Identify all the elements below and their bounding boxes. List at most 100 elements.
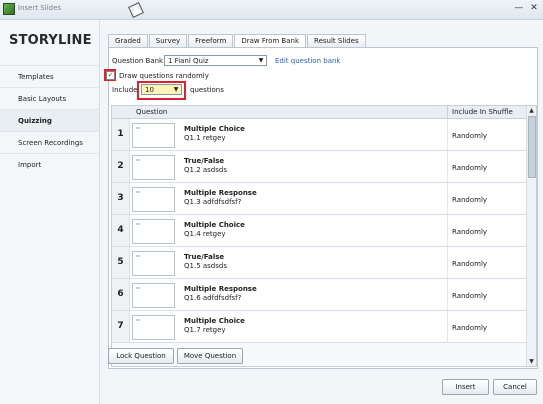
tab-result-slides[interactable]: Result Slides: [307, 34, 366, 47]
row-number: 4: [112, 215, 130, 246]
slide-thumbnail: [132, 283, 175, 308]
shuffle-value[interactable]: Randomly: [452, 324, 487, 332]
sidebar-item-label: Screen Recordings: [18, 139, 83, 147]
shuffle-value[interactable]: Randomly: [452, 196, 487, 204]
include-count-select[interactable]: 10 ▼: [141, 84, 182, 95]
sidebar-item-basic-layouts[interactable]: Basic Layouts: [0, 87, 99, 109]
tab-label: Draw From Bank: [241, 37, 300, 45]
slide-thumbnail: [132, 155, 175, 180]
chevron-down-icon[interactable]: ▼: [257, 57, 265, 65]
insert-button[interactable]: Insert: [442, 379, 489, 395]
table-row[interactable]: 1 Multiple Choice Q1.1 retgey Randomly: [112, 119, 526, 151]
edit-question-bank-link[interactable]: Edit question bank: [275, 57, 340, 65]
checkmark-icon: ✓: [107, 71, 114, 79]
column-divider: [447, 247, 448, 278]
column-divider: [447, 119, 448, 150]
close-icon[interactable]: ✕: [528, 2, 540, 14]
window-titlebar: Insert Slides — ✕: [0, 0, 543, 20]
question-type: True/False: [184, 157, 225, 165]
tab-label: Graded: [115, 37, 141, 45]
question-grid: Question Include In Shuffle 1 Multiple C…: [111, 105, 537, 367]
brand-title: STORYLINE: [9, 33, 92, 48]
column-header-question: Question: [136, 108, 168, 116]
cancel-button[interactable]: Cancel: [493, 379, 537, 395]
table-row[interactable]: 6 Multiple Response Q1.6 adfdfsdfsf? Ran…: [112, 279, 526, 311]
tab-survey[interactable]: Survey: [148, 34, 188, 47]
table-row[interactable]: 7 Multiple Choice Q1.7 retgey Randomly: [112, 311, 526, 343]
table-row[interactable]: 2 True/False Q1.2 asdsds Randomly: [112, 151, 526, 183]
sidebar-item-templates[interactable]: Templates: [0, 65, 99, 87]
window-title: Insert Slides: [18, 4, 62, 12]
include-suffix-label: questions: [190, 86, 224, 94]
question-text: Q1.2 asdsds: [184, 166, 227, 174]
mouse-cursor-icon: [128, 2, 144, 18]
shuffle-value[interactable]: Randomly: [452, 228, 487, 236]
column-divider: [447, 151, 448, 182]
row-number: 3: [112, 183, 130, 214]
column-header-shuffle: Include In Shuffle: [452, 108, 513, 116]
shuffle-value[interactable]: Randomly: [452, 132, 487, 140]
sidebar-item-label: Quizzing: [18, 117, 52, 125]
question-text: Q1.5 asdsds: [184, 262, 227, 270]
question-type: True/False: [184, 253, 225, 261]
sidebar-item-quizzing[interactable]: Quizzing: [0, 109, 99, 131]
app-icon: [3, 3, 15, 15]
scroll-thumb[interactable]: [528, 116, 536, 178]
tab-label: Survey: [155, 37, 181, 45]
row-number: 1: [112, 119, 130, 150]
shuffle-value[interactable]: Randomly: [452, 292, 487, 300]
grid-header: Question Include In Shuffle: [112, 106, 526, 119]
minimize-icon[interactable]: —: [513, 2, 525, 14]
question-type: Multiple Choice: [184, 125, 245, 133]
question-bank-select[interactable]: 1 Fianl Quiz ▼: [164, 55, 267, 66]
column-divider: [447, 215, 448, 246]
scroll-down-icon[interactable]: ▼: [527, 357, 536, 366]
question-text: Q1.1 retgey: [184, 134, 226, 142]
row-number: 7: [112, 311, 130, 342]
sidebar-item-screen-recordings[interactable]: Screen Recordings: [0, 131, 99, 153]
tab-graded[interactable]: Graded: [108, 34, 148, 47]
column-divider: [447, 183, 448, 214]
slide-thumbnail: [132, 251, 175, 276]
grid-scrollbar[interactable]: ▲ ▼: [526, 106, 536, 366]
scroll-up-icon[interactable]: ▲: [527, 106, 536, 115]
row-number: 6: [112, 279, 130, 310]
draw-from-bank-panel: Question Bank: 1 Fianl Quiz ▼ Edit quest…: [104, 47, 538, 369]
tab-freeform[interactable]: Freeform: [188, 34, 234, 47]
sidebar-item-import[interactable]: Import: [0, 153, 99, 175]
slide-thumbnail: [132, 315, 175, 340]
chevron-down-icon[interactable]: ▼: [172, 86, 180, 94]
table-row[interactable]: 4 Multiple Choice Q1.4 retgey Randomly: [112, 215, 526, 247]
sidebar-item-label: Basic Layouts: [18, 95, 67, 103]
tab-strip: Graded Survey Freeform Draw From Bank Re…: [108, 34, 367, 48]
question-bank-label: Question Bank:: [112, 57, 166, 65]
row-number: 5: [112, 247, 130, 278]
sidebar-item-label: Templates: [18, 73, 54, 81]
include-count-value: 10: [145, 86, 154, 94]
shuffle-value[interactable]: Randomly: [452, 164, 487, 172]
slide-thumbnail: [132, 123, 175, 148]
tab-draw-from-bank[interactable]: Draw From Bank: [234, 34, 307, 48]
question-type: Multiple Choice: [184, 221, 245, 229]
row-number: 2: [112, 151, 130, 182]
shuffle-value[interactable]: Randomly: [452, 260, 487, 268]
draw-randomly-checkbox[interactable]: ✓: [106, 71, 115, 80]
slide-thumbnail: [132, 219, 175, 244]
lock-question-button[interactable]: Lock Question: [108, 348, 174, 364]
question-text: Q1.3 adfdfsdfsf?: [184, 198, 242, 206]
question-type: Multiple Response: [184, 189, 257, 197]
column-divider: [447, 106, 448, 118]
column-divider: [447, 279, 448, 310]
main-content: Graded Survey Freeform Draw From Bank Re…: [100, 20, 543, 404]
tab-label: Result Slides: [314, 37, 359, 45]
table-row[interactable]: 3 Multiple Response Q1.3 adfdfsdfsf? Ran…: [112, 183, 526, 215]
sidebar: STORYLINE Templates Basic Layouts Quizzi…: [0, 20, 100, 404]
move-question-button[interactable]: Move Question: [177, 348, 243, 364]
question-text: Q1.6 adfdfsdfsf?: [184, 294, 242, 302]
column-divider: [447, 311, 448, 342]
slide-thumbnail: [132, 187, 175, 212]
table-row[interactable]: 5 True/False Q1.5 asdsds Randomly: [112, 247, 526, 279]
tab-label: Freeform: [195, 37, 227, 45]
draw-randomly-label: Draw questions randomly: [119, 72, 209, 80]
include-label: Include:: [112, 86, 140, 94]
